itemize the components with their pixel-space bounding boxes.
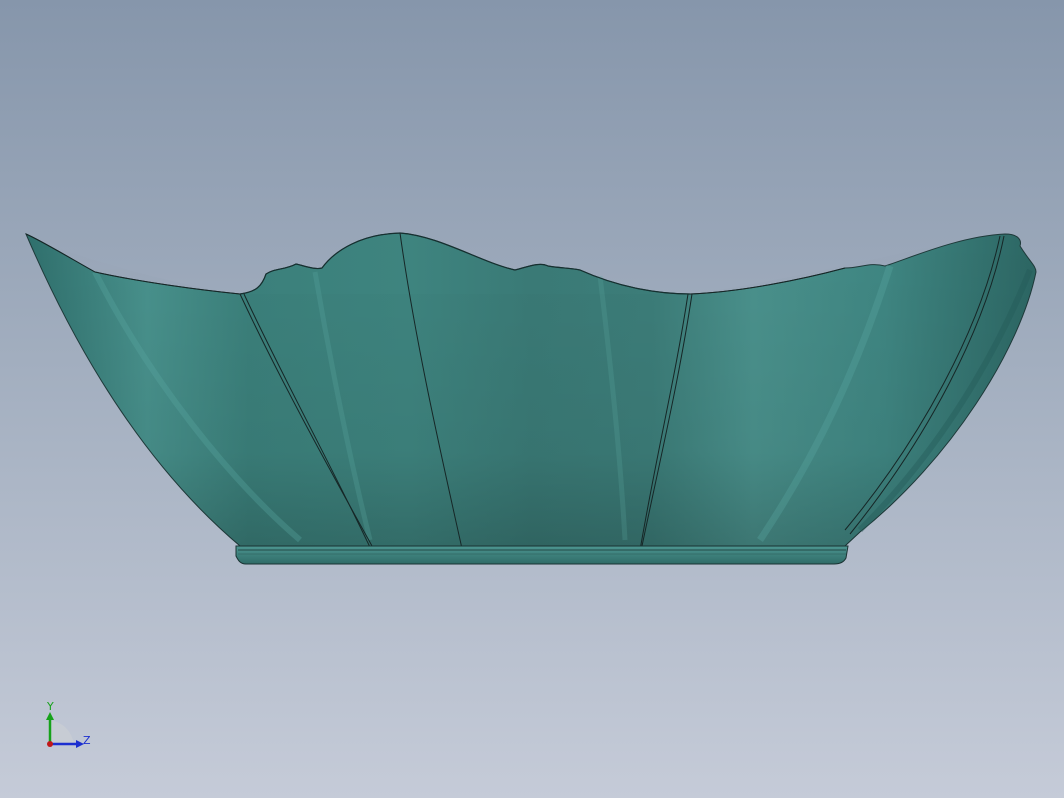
z-axis-label: Z (83, 734, 91, 747)
triad-plane-shade (50, 720, 74, 744)
graphics-viewport[interactable]: Y Z (0, 0, 1064, 798)
origin-dot (47, 741, 53, 747)
bowl-foot (235, 545, 849, 565)
bowl-model[interactable] (0, 0, 1064, 798)
orientation-triad: Y Z (46, 700, 91, 748)
y-axis-label: Y (46, 700, 54, 713)
